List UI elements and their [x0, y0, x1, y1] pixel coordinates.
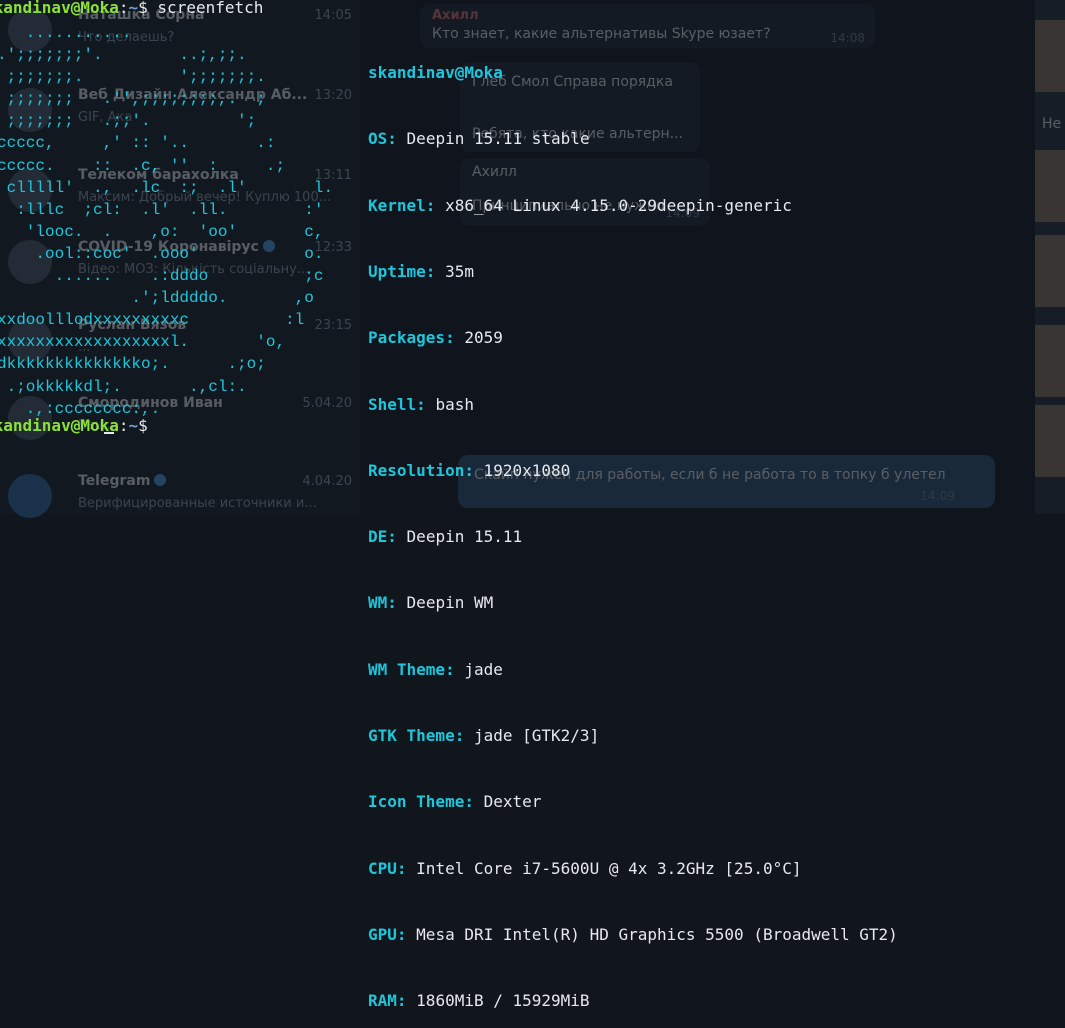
info-row: DE: Deepin 15.11	[368, 526, 898, 548]
info-key: Shell:	[368, 394, 426, 414]
info-row: Resolution: 1920x1080	[368, 460, 898, 482]
info-key: RAM:	[368, 991, 407, 1011]
info-value: x86_64 Linux 4.15.0-29deepin-generic	[445, 195, 792, 215]
prompt-symbol: $	[138, 0, 148, 17]
prompt-path: ~	[128, 0, 139, 17]
terminal-cursor[interactable]	[104, 432, 114, 434]
info-value: Dexter	[483, 792, 542, 812]
info-key: WM Theme:	[368, 659, 455, 679]
terminal-prompt-line: skandinav@Moka:~$	[0, 415, 148, 437]
info-key: Uptime:	[368, 262, 436, 282]
info-row: GPU: Mesa DRI Intel(R) HD Graphics 5500 …	[368, 924, 898, 946]
prompt-symbol: $	[138, 416, 148, 435]
chat-list-item[interactable]: Telegram 4.04.20 Верифицированные источн…	[0, 466, 360, 524]
prompt-user: skandinav@Moka	[0, 0, 119, 17]
prompt-path: ~	[128, 416, 139, 435]
info-key: OS:	[368, 129, 397, 149]
info-value: jade	[464, 659, 503, 679]
info-row: CPU: Intel Core i7-5600U @ 4x 3.2GHz [25…	[368, 858, 898, 880]
info-key: Kernel:	[368, 195, 436, 215]
info-value: jade [GTK2/3]	[473, 726, 600, 745]
verified-icon	[154, 474, 167, 486]
info-value: 1920x1080	[483, 460, 571, 480]
prompt-separator: :	[118, 416, 129, 435]
info-key: WM:	[368, 593, 397, 613]
terminal-prompt-line: skandinav@Moka:~$ screenfetch	[0, 0, 263, 19]
chat-title-text: Telegram	[78, 473, 151, 489]
sidebar-label: Не	[1042, 116, 1062, 132]
info-key: CPU:	[368, 858, 407, 878]
prompt-user: skandinav@Moka	[0, 416, 119, 435]
info-value: 2059	[464, 328, 503, 348]
info-row: Uptime: 35m	[368, 261, 898, 283]
avatar[interactable]	[1035, 405, 1065, 477]
info-row: OS: Deepin 15.11 stable	[368, 128, 898, 150]
info-value: 1860MiB / 15929MiB	[416, 991, 590, 1011]
info-row: Kernel: x86_64 Linux 4.15.0-29deepin-gen…	[368, 195, 898, 217]
info-key: GTK Theme:	[368, 726, 465, 745]
avatar[interactable]	[1035, 325, 1065, 397]
info-key: Packages:	[368, 328, 455, 348]
info-value: Deepin WM	[406, 593, 494, 613]
info-key: DE:	[368, 527, 397, 547]
info-value: Deepin 15.11 stable	[406, 129, 590, 149]
info-row: GTK Theme: jade [GTK2/3]	[368, 725, 898, 747]
info-row: Icon Theme: Dexter	[368, 791, 898, 813]
terminal-command: screenfetch	[157, 0, 264, 17]
avatar[interactable]	[1035, 20, 1065, 92]
info-value: 35m	[445, 262, 474, 282]
chat-title: Telegram	[78, 473, 167, 489]
info-row: WM Theme: jade	[368, 659, 898, 681]
message-time: 14:09	[920, 489, 955, 503]
info-row: Packages: 2059	[368, 327, 898, 349]
telegram-logo-icon	[8, 474, 52, 518]
prompt-separator: :	[118, 0, 129, 17]
info-value: Mesa DRI Intel(R) HD Graphics 5500 (Broa…	[416, 924, 898, 944]
info-value: Intel Core i7-5600U @ 4x 3.2GHz [25.0°C]	[416, 858, 802, 878]
info-row: Shell: bash	[368, 394, 898, 416]
chat-time: 4.04.20	[302, 474, 352, 489]
chat-preview: Верифицированные источники и...	[78, 496, 317, 511]
info-key: GPU:	[368, 924, 407, 944]
info-key: Icon Theme:	[368, 792, 474, 812]
chat-time: 14:05	[314, 8, 352, 23]
info-row: WM: Deepin WM	[368, 592, 898, 614]
info-user-host: skandinav@Moka	[368, 62, 898, 84]
system-info-panel: skandinav@Moka OS: Deepin 15.11 stable K…	[368, 18, 898, 1028]
info-key: Resolution:	[368, 460, 474, 480]
info-row: RAM: 1860MiB / 15929MiB	[368, 990, 898, 1012]
avatar[interactable]	[1035, 150, 1065, 222]
info-value: bash	[435, 394, 474, 414]
info-value: Deepin 15.11	[406, 527, 523, 547]
avatar[interactable]	[1035, 235, 1065, 307]
info-user-host-text: skandinav@Moka	[368, 63, 503, 83]
deepin-ascii-logo: ........... .';;;;;;;'. ..;,;;. ;;;;;;;.…	[0, 24, 334, 418]
